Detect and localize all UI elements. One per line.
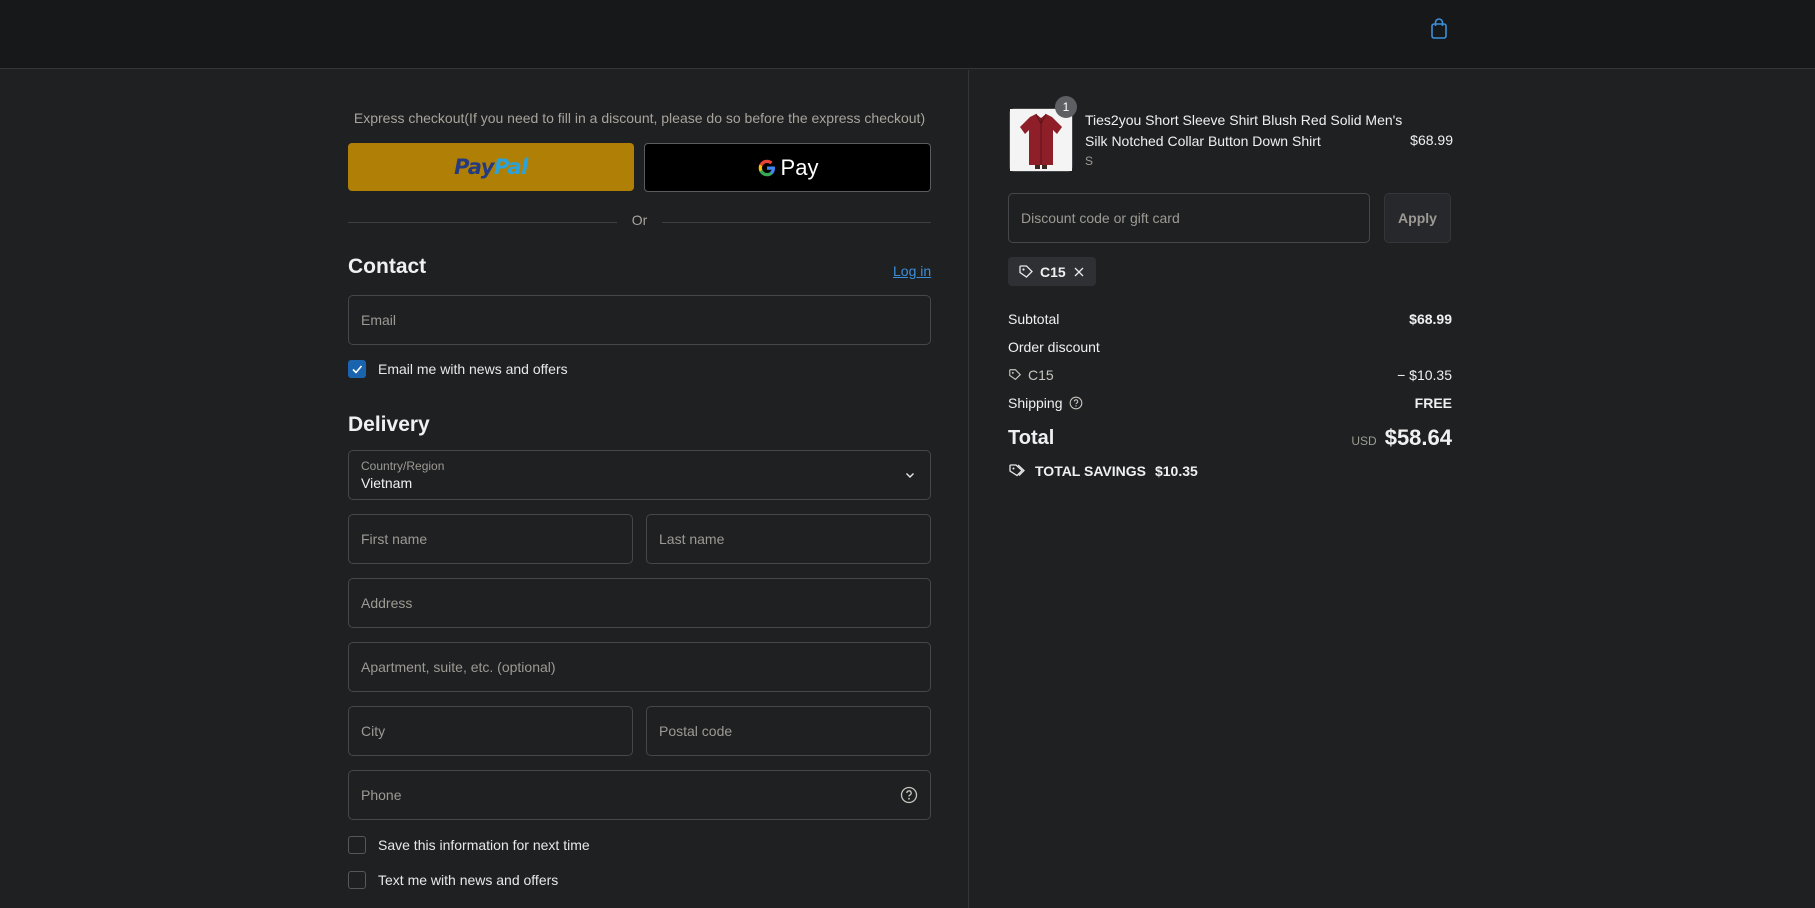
- last-name-input[interactable]: [647, 515, 930, 563]
- save-info-label: Save this information for next time: [378, 837, 590, 853]
- city-input[interactable]: [349, 707, 632, 755]
- applied-code-text: C15: [1040, 263, 1066, 280]
- order-summary: 1 Ties2you Short Sleeve Shirt Blush Red …: [969, 70, 1815, 908]
- order-discount-row: Order discount: [1008, 339, 1452, 359]
- apartment-field[interactable]: [348, 642, 931, 692]
- question-circle-icon[interactable]: [900, 786, 918, 804]
- or-divider: Or: [348, 212, 931, 232]
- question-circle-icon[interactable]: [1069, 396, 1083, 410]
- phone-field[interactable]: [348, 770, 931, 820]
- close-icon[interactable]: [1072, 265, 1086, 279]
- country-label: Country/Region: [361, 459, 445, 473]
- or-text: Or: [631, 212, 648, 228]
- tag-icon: [1019, 264, 1033, 278]
- address-input[interactable]: [349, 579, 930, 627]
- quantity-badge: 1: [1055, 96, 1077, 118]
- shipping-label: Shipping: [1008, 395, 1063, 411]
- tags-icon: [1009, 464, 1025, 477]
- total-currency: USD: [1351, 434, 1377, 448]
- google-pay-label: Pay: [780, 154, 819, 180]
- checkout-form-column: Express checkout(If you need to fill in …: [0, 70, 969, 908]
- apartment-input[interactable]: [349, 643, 930, 691]
- text-me-label: Text me with news and offers: [378, 872, 559, 888]
- email-news-label: Email me with news and offers: [378, 361, 568, 377]
- first-name-field[interactable]: [348, 514, 633, 564]
- delivery-heading: Delivery: [348, 413, 430, 436]
- email-input[interactable]: [349, 296, 930, 344]
- order-discount-label: Order discount: [1008, 339, 1100, 355]
- address-field[interactable]: [348, 578, 931, 628]
- tag-icon: [1009, 369, 1022, 381]
- login-link[interactable]: Log in: [893, 263, 931, 279]
- savings-label: TOTAL SAVINGS: [1035, 463, 1146, 479]
- header-bar: [0, 0, 1815, 69]
- first-name-input[interactable]: [349, 515, 632, 563]
- paypal-logo: PayPal: [454, 155, 528, 179]
- total-row: Total USD $58.64: [1008, 425, 1452, 455]
- product-price: $68.99: [1410, 132, 1453, 148]
- contact-heading: Contact: [348, 255, 427, 278]
- shirt-image: [1010, 109, 1072, 171]
- apply-discount-button[interactable]: Apply: [1384, 193, 1451, 243]
- applied-discount-tag: C15: [1008, 257, 1096, 286]
- savings-value: $10.35: [1154, 463, 1198, 479]
- subtotal-value: $68.99: [1409, 311, 1452, 327]
- email-field[interactable]: [348, 295, 931, 345]
- text-me-checkbox-row[interactable]: Text me with news and offers: [348, 871, 558, 889]
- subtotal-row: Subtotal $68.99: [1008, 311, 1452, 331]
- product-variant: S: [1085, 154, 1094, 168]
- email-news-checkbox[interactable]: [348, 360, 366, 378]
- total-savings: TOTAL SAVINGS $10.35: [1008, 463, 1198, 479]
- email-news-checkbox-row[interactable]: Email me with news and offers: [348, 360, 568, 378]
- postal-code-input[interactable]: [647, 707, 930, 755]
- google-g-icon: [758, 159, 775, 176]
- city-field[interactable]: [348, 706, 633, 756]
- save-info-checkbox-row[interactable]: Save this information for next time: [348, 836, 590, 854]
- shipping-row: Shipping FREE: [1008, 395, 1452, 415]
- chevron-down-icon: [906, 473, 914, 478]
- shopping-bag-icon[interactable]: [1428, 16, 1450, 42]
- total-label: Total: [1008, 427, 1055, 449]
- google-pay-button[interactable]: Pay: [644, 143, 931, 192]
- discount-code-input[interactable]: [1009, 194, 1369, 242]
- postal-code-field[interactable]: [646, 706, 931, 756]
- discount-code-label: C15: [1028, 367, 1054, 383]
- shipping-value: FREE: [1414, 395, 1452, 411]
- text-me-checkbox[interactable]: [348, 871, 366, 889]
- discount-code-row: C15 − $10.35: [1008, 367, 1452, 387]
- paypal-button[interactable]: PayPal: [348, 143, 634, 191]
- product-name: Ties2you Short Sleeve Shirt Blush Red So…: [1085, 112, 1403, 149]
- subtotal-label: Subtotal: [1008, 311, 1060, 327]
- country-value: Vietnam: [361, 475, 413, 491]
- express-checkout-title: Express checkout(If you need to fill in …: [353, 110, 926, 126]
- save-info-checkbox[interactable]: [348, 836, 366, 854]
- phone-input[interactable]: [349, 771, 930, 819]
- discount-code-field[interactable]: [1008, 193, 1370, 243]
- country-select[interactable]: Country/Region Vietnam: [348, 450, 931, 500]
- total-value: $58.64: [1384, 425, 1452, 450]
- discount-value: − $10.35: [1397, 367, 1452, 383]
- last-name-field[interactable]: [646, 514, 931, 564]
